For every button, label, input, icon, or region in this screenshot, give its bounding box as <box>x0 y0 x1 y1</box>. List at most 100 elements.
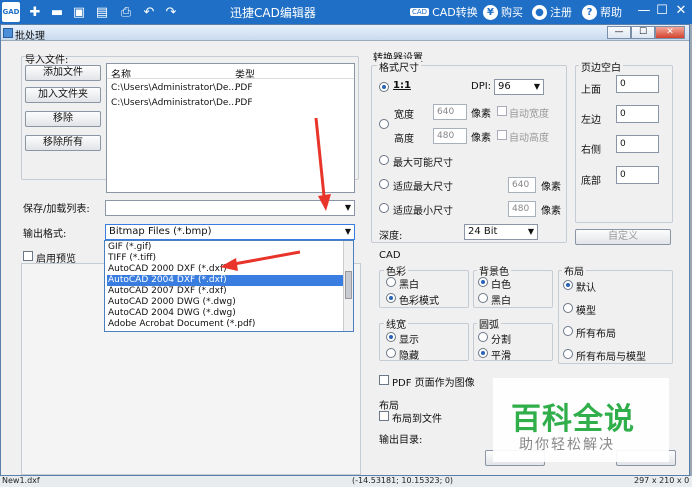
fit-min-input[interactable]: 480 <box>508 201 536 217</box>
format-option[interactable]: Adobe Acrobat Document (*.pdf) <box>107 319 343 330</box>
color-mode-radio[interactable] <box>386 293 396 303</box>
fit-max-radio[interactable] <box>379 179 389 189</box>
register-label: 注册 <box>550 6 572 19</box>
print-icon[interactable]: ⎙ <box>117 3 135 21</box>
output-format-select[interactable]: Bitmap Files (*.bmp) ▼ <box>105 224 355 240</box>
auto-height-checkbox[interactable] <box>497 130 507 140</box>
output-format-dropdown[interactable]: GIF (*.gif) TIFF (*.tiff) AutoCAD 2000 D… <box>104 240 354 332</box>
file-row-name[interactable]: C:\Users\Administrator\De... <box>111 98 237 108</box>
format-option[interactable]: AutoCAD 2000 DWG (*.dwg) <box>107 297 343 308</box>
split-radio[interactable] <box>478 332 488 342</box>
watermark: 百科全说 助你轻松解决 <box>493 378 669 462</box>
format-option[interactable]: AutoCAD 2000 DXF (*.dxf) <box>107 264 343 275</box>
dialog-close-button[interactable]: ✕ <box>655 26 685 39</box>
auto-width-label: 自动宽度 <box>509 109 549 120</box>
open-folder-icon[interactable]: ▬ <box>48 3 66 21</box>
watermark-sub: 助你轻松解决 <box>519 437 615 453</box>
remove-all-button[interactable]: 移除所有 <box>25 135 101 151</box>
save-icon[interactable]: ▣ <box>70 3 88 21</box>
white-radio[interactable] <box>478 277 488 287</box>
chevron-down-icon: ▼ <box>527 227 534 236</box>
add-folder-button[interactable]: 加入文件夹 <box>25 87 101 103</box>
file-row-name[interactable]: C:\Users\Administrator\De... <box>111 83 237 93</box>
all-layouts-model-label: 所有布局与模型 <box>576 352 646 363</box>
import-title: 导入文件: <box>25 55 69 66</box>
undo-icon[interactable]: ↶ <box>140 3 158 21</box>
height-label: 高度 <box>394 134 414 145</box>
output-dir-label: 输出目录: <box>379 435 423 446</box>
model-radio[interactable] <box>563 303 573 313</box>
minimize-icon[interactable]: — <box>636 3 652 19</box>
register-button[interactable]: ● 注册 <box>532 4 572 20</box>
format-option[interactable]: GIF (*.gif) <box>107 242 343 253</box>
save-as-icon[interactable]: ▤ <box>93 3 111 21</box>
buy-button[interactable]: ¥ 购买 <box>483 4 523 20</box>
margins-title: 页边空白 <box>579 59 623 74</box>
format-option[interactable]: AutoCAD 2007 DXF (*.dxf) <box>107 286 343 297</box>
all-layouts-model-radio[interactable] <box>563 349 573 359</box>
fit-min-unit: 像素 <box>541 206 561 217</box>
margin-right-input[interactable]: 0 <box>616 135 659 153</box>
new-icon[interactable]: ✚ <box>26 3 44 21</box>
height-input[interactable]: 480 <box>433 128 467 144</box>
scroll-thumb[interactable] <box>345 271 352 299</box>
buy-label: 购买 <box>501 6 523 19</box>
width-input[interactable]: 640 <box>433 104 467 120</box>
margin-top-input[interactable]: 0 <box>616 75 659 93</box>
auto-width-checkbox[interactable] <box>497 106 507 116</box>
all-layouts-radio[interactable] <box>563 326 573 336</box>
redo-icon[interactable]: ↷ <box>162 3 180 21</box>
ratio-radio[interactable] <box>379 82 389 92</box>
chevron-down-icon: ▼ <box>533 82 540 91</box>
arc-title: 圆弧 <box>477 316 501 331</box>
black-label: 黑白 <box>491 296 511 307</box>
add-file-button[interactable]: 添加文件 <box>25 65 101 81</box>
fit-max-input[interactable]: 640 <box>508 177 536 193</box>
dialog-minimize-button[interactable]: — <box>607 26 631 39</box>
default-radio[interactable] <box>563 280 573 290</box>
maximize-icon[interactable]: ☐ <box>654 3 670 19</box>
output-format-label: 输出格式: <box>23 229 67 240</box>
yen-icon: ¥ <box>483 4 498 20</box>
chevron-down-icon: ▼ <box>344 227 351 236</box>
show-radio[interactable] <box>386 332 396 342</box>
custom-button[interactable]: 自定义 <box>575 229 671 245</box>
auto-height-label: 自动高度 <box>509 133 549 144</box>
depth-select[interactable]: 24 Bit ▼ <box>464 224 538 240</box>
format-option[interactable]: TIFF (*.tiff) <box>107 253 343 264</box>
format-size-title: 格式尺寸 <box>377 59 421 74</box>
fit-min-radio[interactable] <box>379 203 389 213</box>
format-option-highlighted[interactable]: AutoCAD 2004 DXF (*.dxf) <box>107 275 343 286</box>
show-label: 显示 <box>399 335 419 346</box>
help-icon: ? <box>582 4 597 20</box>
smooth-radio[interactable] <box>478 348 488 358</box>
all-layouts-label: 所有布局 <box>576 329 616 340</box>
dpi-select[interactable]: 96 ▼ <box>494 79 544 95</box>
width-label: 宽度 <box>394 110 414 121</box>
help-button[interactable]: ? 帮助 <box>582 4 622 20</box>
file-list[interactable]: 名称 类型 C:\Users\Administrator\De... PDF C… <box>106 63 355 193</box>
format-option[interactable]: AutoCAD 2004 DWG (*.dwg) <box>107 308 343 319</box>
layout-to-file-checkbox[interactable] <box>379 411 389 421</box>
margin-bottom-input[interactable]: 0 <box>616 166 659 184</box>
margin-left-input[interactable]: 0 <box>616 105 659 123</box>
max-size-radio[interactable] <box>379 155 389 165</box>
cad-convert-button[interactable]: CAD CAD转换 <box>410 4 478 20</box>
enable-preview-checkbox[interactable] <box>23 251 33 261</box>
hide-radio[interactable] <box>386 348 396 358</box>
app-titlebar: GAD ✚ ▬ ▣ ▤ ⎙ ↶ ↷ 迅捷CAD编辑器 CAD CAD转换 ¥ 购… <box>0 0 692 24</box>
output-format-value: Bitmap Files (*.bmp) <box>109 226 212 237</box>
width-unit: 像素 <box>471 109 491 120</box>
black-radio[interactable] <box>478 293 488 303</box>
bw-radio[interactable] <box>386 277 396 287</box>
custom-size-radio[interactable] <box>379 119 389 129</box>
pdf-as-image-checkbox[interactable] <box>379 375 389 385</box>
dialog-maximize-button[interactable]: ☐ <box>631 26 655 39</box>
margin-left-label: 左边 <box>581 115 601 126</box>
save-load-combo[interactable]: ▼ <box>105 200 355 216</box>
close-icon[interactable]: ✕ <box>673 3 689 19</box>
remove-button[interactable]: 移除 <box>25 111 101 127</box>
dropdown-scrollbar[interactable] <box>343 241 353 331</box>
margin-right-label: 右侧 <box>581 145 601 156</box>
depth-value: 24 Bit <box>468 226 498 237</box>
